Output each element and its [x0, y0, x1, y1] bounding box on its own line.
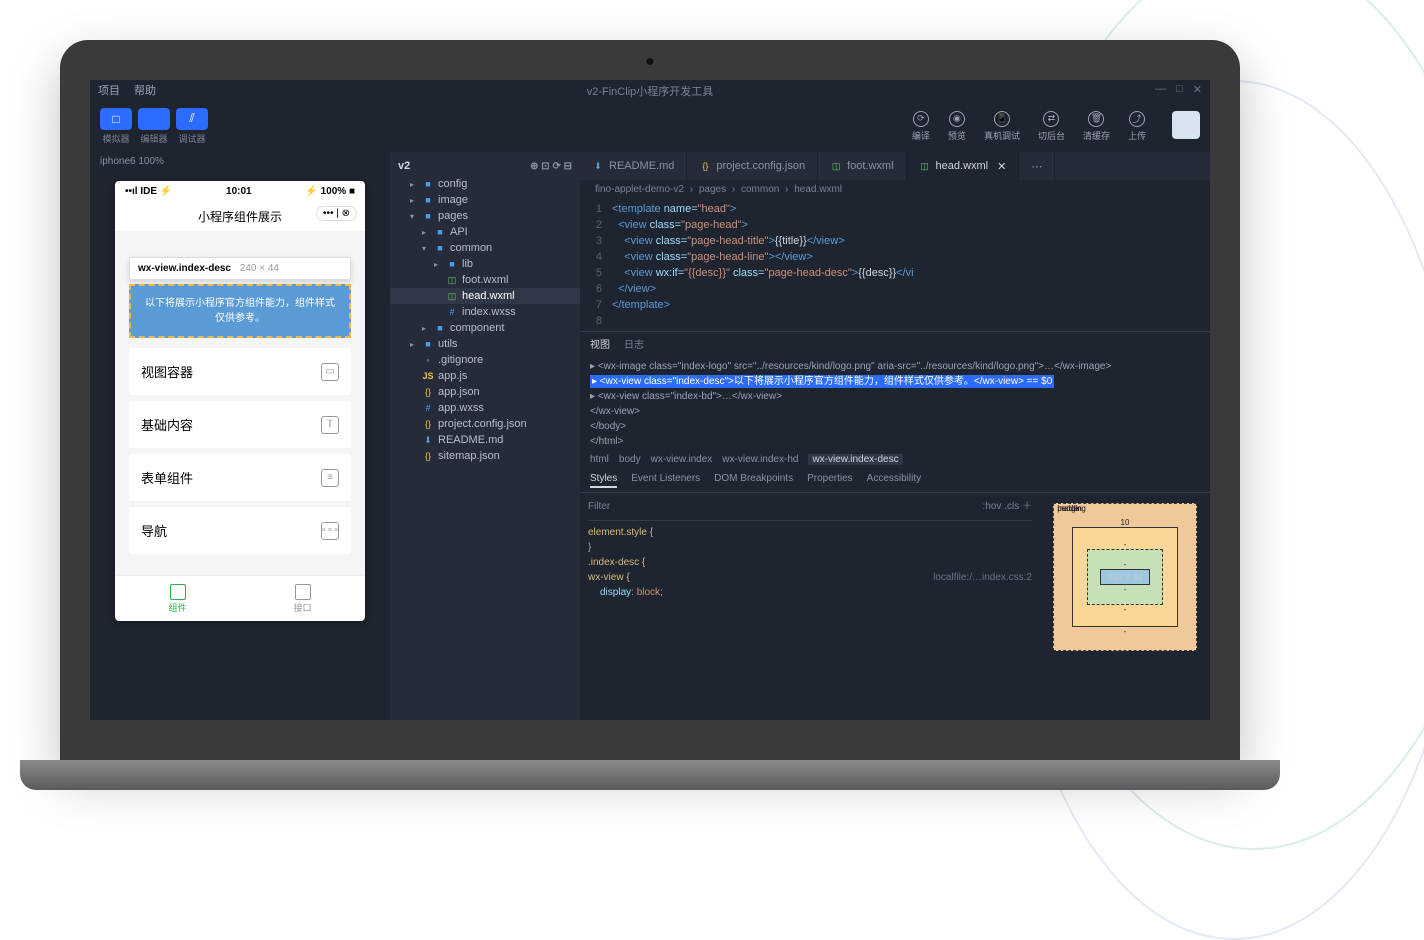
workspace: iphone6 100% ••ıl IDE ⚡ 10:01 ⚡ 100% ■ 小… [90, 152, 1210, 720]
laptop-frame: 项目 帮助 v2-FinClip小程序开发工具 — □ ✕ □模拟器编辑器⫽调试… [60, 40, 1240, 820]
tree-item[interactable]: {}project.config.json [390, 416, 580, 432]
simulator-panel: iphone6 100% ••ıl IDE ⚡ 10:01 ⚡ 100% ■ 小… [90, 152, 390, 720]
battery-indicator: ⚡ 100% ■ [305, 186, 355, 197]
menu-item[interactable]: 导航∘∘∘ [129, 507, 351, 554]
explorer-actions[interactable]: ⊕ ⊡ ⟳ ⊟ [530, 161, 572, 172]
code-line[interactable]: 8 [580, 313, 1210, 329]
styles-toggles[interactable]: :hov .cls ＋ [983, 499, 1032, 514]
menu-help[interactable]: 帮助 [134, 82, 156, 98]
tree-item[interactable]: ▸■API [390, 224, 580, 240]
highlighted-element[interactable]: 以下将展示小程序官方组件能力，组件样式仅供参考。 [129, 284, 351, 338]
ide-window: 项目 帮助 v2-FinClip小程序开发工具 — □ ✕ □模拟器编辑器⫽调试… [90, 80, 1210, 720]
code-editor[interactable]: 1<template name="head">2 <view class="pa… [580, 199, 1210, 331]
code-line[interactable]: 2 <view class="page-head"> [580, 217, 1210, 233]
window-controls: — □ ✕ [1155, 83, 1202, 96]
devtools-panels[interactable]: StylesEvent ListenersDOM BreakpointsProp… [580, 469, 1210, 493]
tree-item[interactable]: ▾■pages [390, 208, 580, 224]
laptop-base [20, 760, 1280, 790]
simulator-device[interactable]: iphone6 100% [90, 152, 390, 171]
menu-item[interactable]: 视图容器▭ [129, 348, 351, 395]
menu-item[interactable]: 基础内容𝕋 [129, 401, 351, 448]
toolbar-action[interactable]: ⟳编译 [912, 111, 930, 142]
breadcrumb[interactable]: fino-applet-demo-v2 › pages › common › h… [580, 180, 1210, 199]
tree-item[interactable]: ▾■common [390, 240, 580, 256]
toolbar-action[interactable]: ⤴上传 [1128, 111, 1146, 142]
code-line[interactable]: 5 <view wx:if="{{desc}}" class="page-hea… [580, 265, 1210, 281]
devtools: 视图 日志 ▸ <wx-image class="index-logo" src… [580, 331, 1210, 661]
styles-pane[interactable]: Filter :hov .cls ＋ element.style {}.inde… [580, 493, 1040, 661]
code-line[interactable]: 7</template> [580, 297, 1210, 313]
tree-item[interactable]: ◦.gitignore [390, 352, 580, 368]
toolbar-button[interactable]: □模拟器 [100, 108, 132, 145]
editor-tab[interactable]: ◫head.wxml✕ [907, 152, 1020, 180]
tree-item[interactable]: ⬇README.md [390, 432, 580, 448]
code-line[interactable]: 3 <view class="page-head-title">{{title}… [580, 233, 1210, 249]
window-title: v2-FinClip小程序开发工具 [587, 83, 714, 99]
editor-tab[interactable]: ⬇README.md [580, 152, 687, 180]
tree-item[interactable]: ▸■utils [390, 336, 580, 352]
tree-item[interactable]: ▸■component [390, 320, 580, 336]
clock: 10:01 [226, 186, 252, 197]
editor-tabs: ⬇README.md{}project.config.json◫foot.wxm… [580, 152, 1210, 180]
camera-dot [647, 58, 654, 65]
dom-tree[interactable]: ▸ <wx-image class="index-logo" src="../r… [580, 355, 1210, 450]
tree-item[interactable]: #app.wxss [390, 400, 580, 416]
page-title: 小程序组件展示 ••• | ⊗ [115, 202, 365, 231]
toolbar-action[interactable]: ⇄切后台 [1038, 111, 1065, 142]
file-explorer: v2 ⊕ ⊡ ⟳ ⊟ ▸■config▸■image▾■pages▸■API▾■… [390, 152, 580, 720]
phone-tabbar: 组件接口 [115, 575, 365, 621]
close-icon[interactable]: ✕ [1193, 83, 1202, 96]
inspector-tooltip: wx-view.index-desc 240 × 44 [129, 257, 351, 280]
signal-indicator: ••ıl IDE ⚡ [125, 186, 172, 197]
toolbar-action[interactable]: ◉预览 [948, 111, 966, 142]
dom-breadcrumb[interactable]: htmlbodywx-view.indexwx-view.index-hdwx-… [580, 450, 1210, 469]
tree-item[interactable]: {}sitemap.json [390, 448, 580, 464]
tree-item[interactable]: ◫head.wxml [390, 288, 580, 304]
explorer-root[interactable]: v2 ⊕ ⊡ ⟳ ⊟ [390, 156, 580, 176]
phone-statusbar: ••ıl IDE ⚡ 10:01 ⚡ 100% ■ [115, 181, 365, 202]
editor-tab[interactable]: ◫foot.wxml [818, 152, 906, 180]
tree-item[interactable]: ▸■config [390, 176, 580, 192]
code-line[interactable]: 1<template name="head"> [580, 201, 1210, 217]
tree-item[interactable]: JSapp.js [390, 368, 580, 384]
editor-tab[interactable]: {}project.config.json [687, 152, 818, 180]
phone-content: wx-view.index-desc 240 × 44 以下将展示小程序官方组件… [115, 231, 365, 575]
tab-overflow[interactable]: ⋯ [1019, 152, 1055, 180]
phone-mockup: ••ıl IDE ⚡ 10:01 ⚡ 100% ■ 小程序组件展示 ••• | … [115, 181, 365, 621]
minimize-icon[interactable]: — [1155, 83, 1166, 96]
toolbar: □模拟器编辑器⫽调试器 ⟳编译 ◉预览 📱真机调试 ⇄切后台 🗑清缓存 ⤴上传 [90, 100, 1210, 152]
tree-item[interactable]: ◫foot.wxml [390, 272, 580, 288]
editor-area: ⬇README.md{}project.config.json◫foot.wxm… [580, 152, 1210, 720]
toolbar-action[interactable]: 📱真机调试 [984, 111, 1020, 142]
capsule-button[interactable]: ••• | ⊗ [316, 206, 357, 221]
tree-item[interactable]: #index.wxss [390, 304, 580, 320]
devtools-tabs[interactable]: 视图 日志 [580, 332, 1210, 355]
toolbar-button[interactable]: 编辑器 [138, 108, 170, 145]
styles-filter[interactable]: Filter [588, 499, 610, 514]
tree-item[interactable]: ▸■lib [390, 256, 580, 272]
toolbar-button[interactable]: ⫽调试器 [176, 108, 208, 145]
toolbar-action[interactable]: 🗑清缓存 [1083, 111, 1110, 142]
code-line[interactable]: 4 <view class="page-head-line"></view> [580, 249, 1210, 265]
avatar[interactable] [1172, 111, 1200, 139]
menu-project[interactable]: 项目 [98, 82, 120, 98]
tree-item[interactable]: {}app.json [390, 384, 580, 400]
menu-item[interactable]: 表单组件≡ [129, 454, 351, 501]
phone-tab[interactable]: 接口 [240, 576, 365, 621]
box-model: margin 10 border - padding - 240 × 44 - … [1040, 493, 1210, 661]
phone-tab[interactable]: 组件 [115, 576, 240, 621]
tree-item[interactable]: ▸■image [390, 192, 580, 208]
code-line[interactable]: 6 </view> [580, 281, 1210, 297]
maximize-icon[interactable]: □ [1176, 83, 1183, 96]
